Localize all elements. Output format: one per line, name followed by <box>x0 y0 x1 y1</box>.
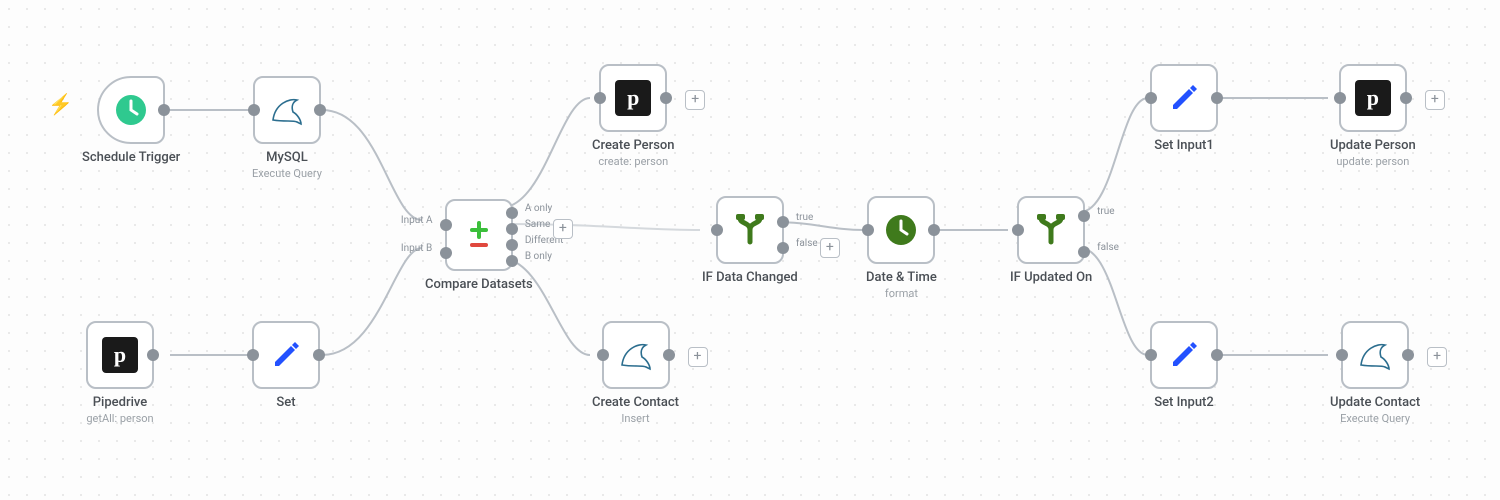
pencil-icon <box>269 338 303 372</box>
pipedrive-icon: p <box>102 337 138 373</box>
workflow-canvas[interactable]: ⚡ Schedule Trigger MySQL Execute Query <box>0 0 1500 500</box>
mysql-dolphin-icon <box>1355 335 1395 375</box>
pipedrive-icon: p <box>1355 80 1391 116</box>
node-subtitle: create: person <box>592 155 675 168</box>
add-output-button[interactable]: + <box>820 238 840 258</box>
add-output-button[interactable]: + <box>685 90 705 110</box>
add-output-button[interactable]: + <box>1427 347 1447 367</box>
node-update-person[interactable]: p + Update Person update: person <box>1330 64 1416 168</box>
plus-minus-icon <box>461 217 497 253</box>
node-if-data-changed[interactable]: true false + IF Data Changed <box>702 196 798 285</box>
node-title: Create Contact <box>592 395 679 410</box>
node-subtitle: Execute Query <box>1330 412 1420 425</box>
in-label-a: Input A <box>401 215 433 226</box>
node-compare-datasets[interactable]: Input A Input B A only Same Different B … <box>425 199 533 292</box>
node-schedule-trigger[interactable]: ⚡ Schedule Trigger <box>82 76 180 165</box>
pencil-icon <box>1167 81 1201 115</box>
node-update-contact[interactable]: + Update Contact Execute Query <box>1330 321 1420 425</box>
node-set-input2[interactable]: Set Input2 <box>1150 321 1218 410</box>
node-subtitle: Execute Query <box>252 167 322 180</box>
node-subtitle: Insert <box>592 412 679 425</box>
node-title: Set <box>276 395 295 410</box>
node-if-updated-on[interactable]: true false IF Updated On <box>1010 196 1092 285</box>
mysql-dolphin-icon <box>267 90 307 130</box>
mysql-dolphin-icon <box>616 335 656 375</box>
out-label-true: true <box>1097 206 1114 217</box>
node-title: IF Data Changed <box>702 270 798 285</box>
node-date-time[interactable]: Date & Time format <box>866 196 937 300</box>
node-subtitle: update: person <box>1330 155 1416 168</box>
node-title: Update Person <box>1330 138 1416 153</box>
node-title: MySQL <box>252 150 322 165</box>
out-label-false: false <box>1097 242 1119 253</box>
node-set[interactable]: Set <box>252 321 320 410</box>
add-output-button[interactable]: + <box>688 347 708 367</box>
node-title: Create Person <box>592 138 675 153</box>
clock-solid-icon <box>883 212 919 248</box>
node-title: Schedule Trigger <box>82 150 180 165</box>
branch-icon <box>732 212 768 248</box>
node-title: Update Contact <box>1330 395 1420 410</box>
trigger-bolt-icon: ⚡ <box>48 92 73 116</box>
branch-icon <box>1033 212 1069 248</box>
node-pipedrive[interactable]: p Pipedrive getAll: person <box>86 321 154 425</box>
node-title: Pipedrive <box>86 395 153 410</box>
out-label-false: false <box>796 238 818 249</box>
node-title: Date & Time <box>866 270 937 285</box>
node-mysql[interactable]: MySQL Execute Query <box>252 76 322 180</box>
node-create-person[interactable]: p + Create Person create: person <box>592 64 675 168</box>
out-label-b-only: B only <box>525 251 552 262</box>
node-title: Set Input2 <box>1154 395 1214 410</box>
node-create-contact[interactable]: + Create Contact Insert <box>592 321 679 425</box>
pipedrive-icon: p <box>615 80 651 116</box>
node-title: IF Updated On <box>1010 270 1092 285</box>
add-output-button[interactable]: + <box>1425 90 1445 110</box>
node-subtitle: getAll: person <box>86 412 153 425</box>
node-title: Compare Datasets <box>425 277 533 292</box>
node-set-input1[interactable]: Set Input1 <box>1150 64 1218 153</box>
node-subtitle: format <box>866 287 937 300</box>
node-title: Set Input1 <box>1154 138 1214 153</box>
in-label-b: Input B <box>401 243 432 254</box>
clock-icon <box>113 92 149 128</box>
add-output-button[interactable]: + <box>553 219 573 239</box>
out-label-same: Same <box>525 219 550 230</box>
out-label-true: true <box>796 212 813 223</box>
pencil-icon <box>1167 338 1201 372</box>
out-label-a-only: A only <box>525 203 552 214</box>
